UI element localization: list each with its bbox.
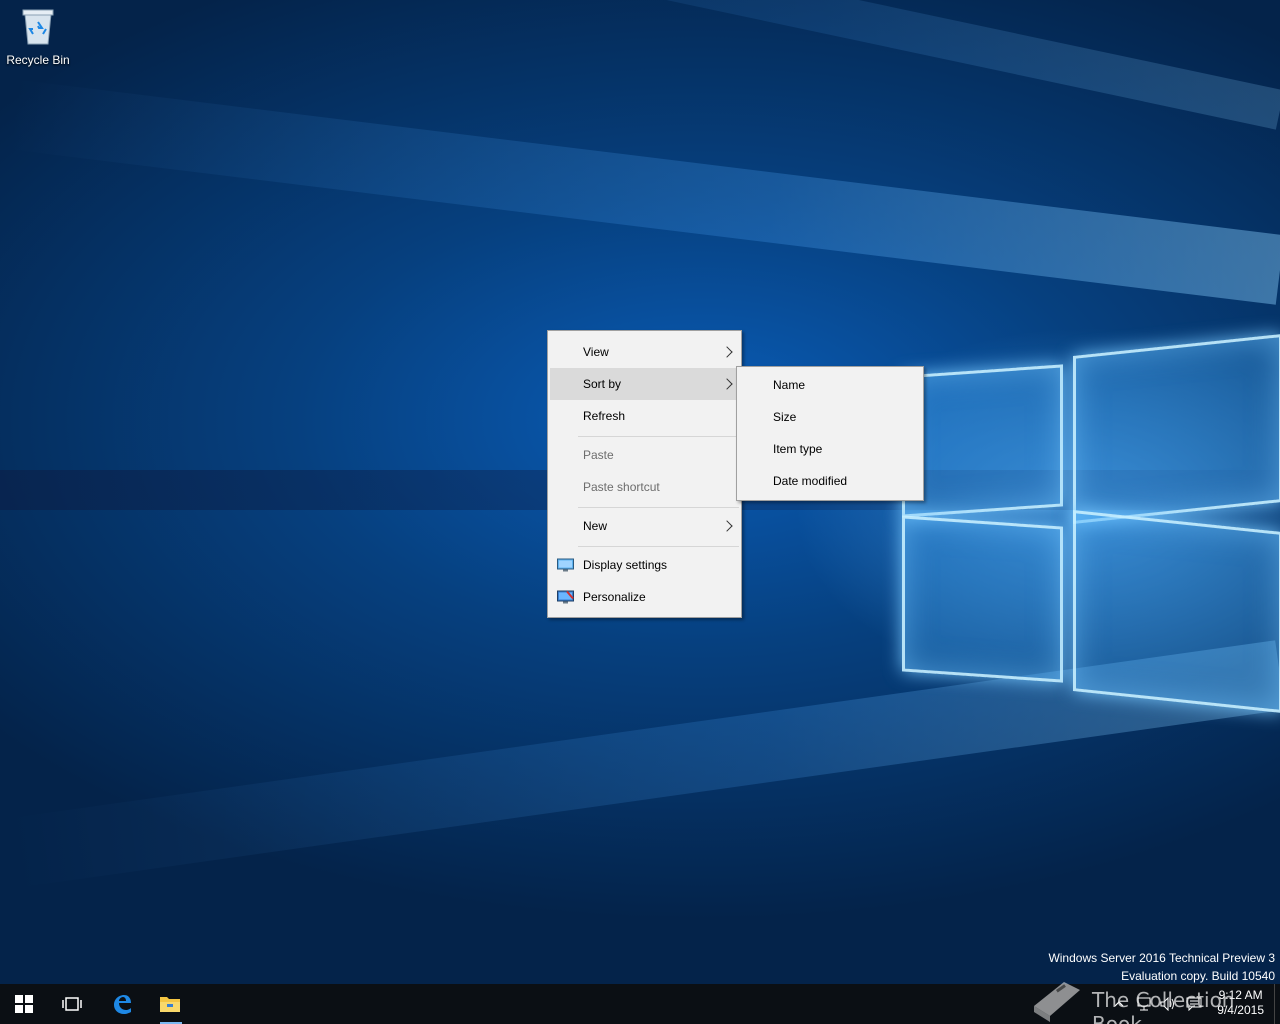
submenu-item-item-type[interactable]: Item type [739,433,921,465]
watermark-line-1: Windows Server 2016 Technical Preview 3 [1048,951,1275,965]
file-explorer-icon [160,997,180,1012]
submenu-item-name[interactable]: Name [739,369,921,401]
start-windows-icon [15,995,33,1013]
windows-logo-pane [1073,334,1280,524]
menu-item-label: Refresh [583,409,626,423]
windows-logo-pane [902,515,1063,683]
menu-item-sort-by[interactable]: Sort by [550,368,739,400]
windows-logo-pane [902,364,1063,518]
submenu-item-label: Item type [773,442,823,456]
chevron-right-icon [721,346,733,358]
menu-separator [578,546,739,547]
menu-separator [578,507,739,508]
menu-item-label: Paste [583,448,614,462]
display-settings-icon [557,558,574,572]
brand-text: The Collection Book [1092,988,1235,1024]
menu-item-label: Sort by [583,377,622,391]
task-view-icon [62,997,82,1011]
menu-item-paste-shortcut: Paste shortcut [550,471,739,503]
menu-item-new[interactable]: New [550,510,739,542]
edge-taskbar-button[interactable] [98,984,146,1024]
recycle-bin-label: Recycle Bin [6,53,70,67]
menu-item-label: Personalize [583,590,646,604]
menu-item-view[interactable]: View [550,336,739,368]
submenu-item-date-modified[interactable]: Date modified [739,465,921,497]
submenu-item-label: Size [773,410,797,424]
submenu-item-label: Date modified [773,474,848,488]
personalize-icon [557,590,574,604]
menu-item-paste: Paste [550,439,739,471]
menu-item-refresh[interactable]: Refresh [550,400,739,432]
wallpaper-light-beam [121,0,1280,130]
recycle-bin-icon [22,9,54,45]
menu-item-label: Paste shortcut [583,480,660,494]
wallpaper-light-beam [5,79,1280,305]
submenu-item-size[interactable]: Size [739,401,921,433]
desktop-context-menu: View Sort by Refresh Paste Paste shortcu… [547,330,742,618]
menu-item-personalize[interactable]: Personalize [550,581,739,613]
file-explorer-taskbar-button[interactable] [146,984,194,1024]
chevron-right-icon [721,378,733,390]
start-button[interactable] [0,984,48,1024]
windows-logo-pane [1073,510,1280,713]
edge-browser-icon [114,995,131,1014]
submenu-item-label: Name [773,378,806,392]
desktop-icon-recycle-bin[interactable]: Recycle Bin [4,6,72,67]
menu-item-label: New [583,519,608,533]
menu-item-display-settings[interactable]: Display settings [550,549,739,581]
task-view-button[interactable] [48,984,96,1024]
menu-item-label: Display settings [583,558,668,572]
menu-separator [578,436,739,437]
chevron-right-icon [721,520,733,532]
brand-watermark: The Collection Book [1030,976,1280,1024]
book-logo-icon [1034,982,1080,1022]
menu-item-label: View [583,345,609,359]
sort-by-submenu: Name Size Item type Date modified [736,366,924,501]
